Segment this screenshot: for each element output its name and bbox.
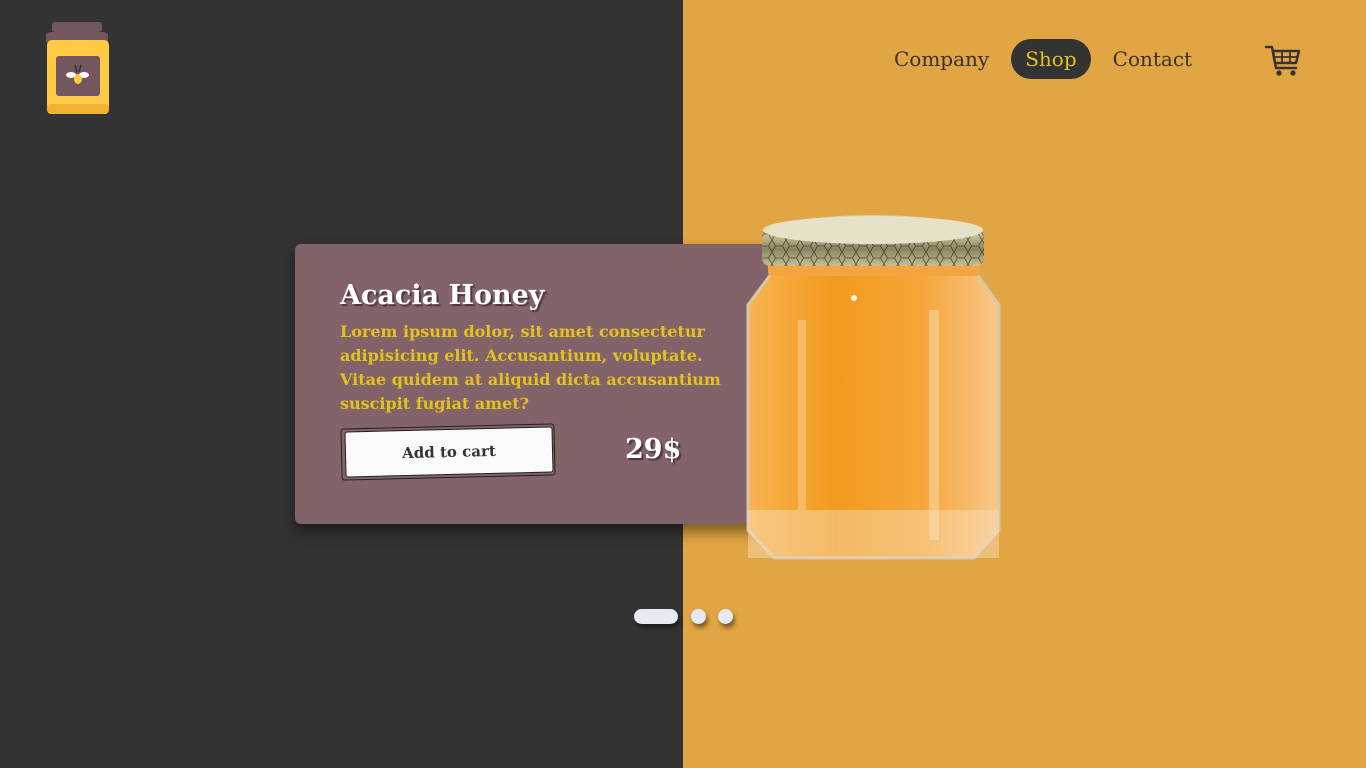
nav-shop[interactable]: Shop — [1011, 39, 1091, 79]
honey-jar-image — [744, 210, 1004, 566]
logo-honey-jar-icon[interactable] — [44, 20, 112, 116]
product-card: Acacia Honey Lorem ipsum dolor, sit amet… — [295, 244, 775, 524]
product-description: Lorem ipsum dolor, sit amet consectetur … — [340, 322, 721, 413]
add-to-cart-button[interactable]: Add to cart — [344, 426, 554, 478]
carousel-dot-2[interactable] — [691, 609, 706, 624]
nav-company[interactable]: Company — [880, 39, 1003, 79]
carousel-dot-3[interactable] — [718, 609, 733, 624]
product-price: 29$ — [625, 434, 682, 465]
product-title: Acacia Honey — [340, 280, 545, 311]
shopping-cart-icon[interactable] — [1264, 42, 1302, 78]
add-to-cart-wrapper: Add to cart — [340, 423, 556, 481]
nav-contact[interactable]: Contact — [1099, 39, 1206, 79]
carousel-dot-1-active[interactable] — [634, 609, 678, 624]
main-nav: Company Shop Contact — [880, 39, 1214, 79]
